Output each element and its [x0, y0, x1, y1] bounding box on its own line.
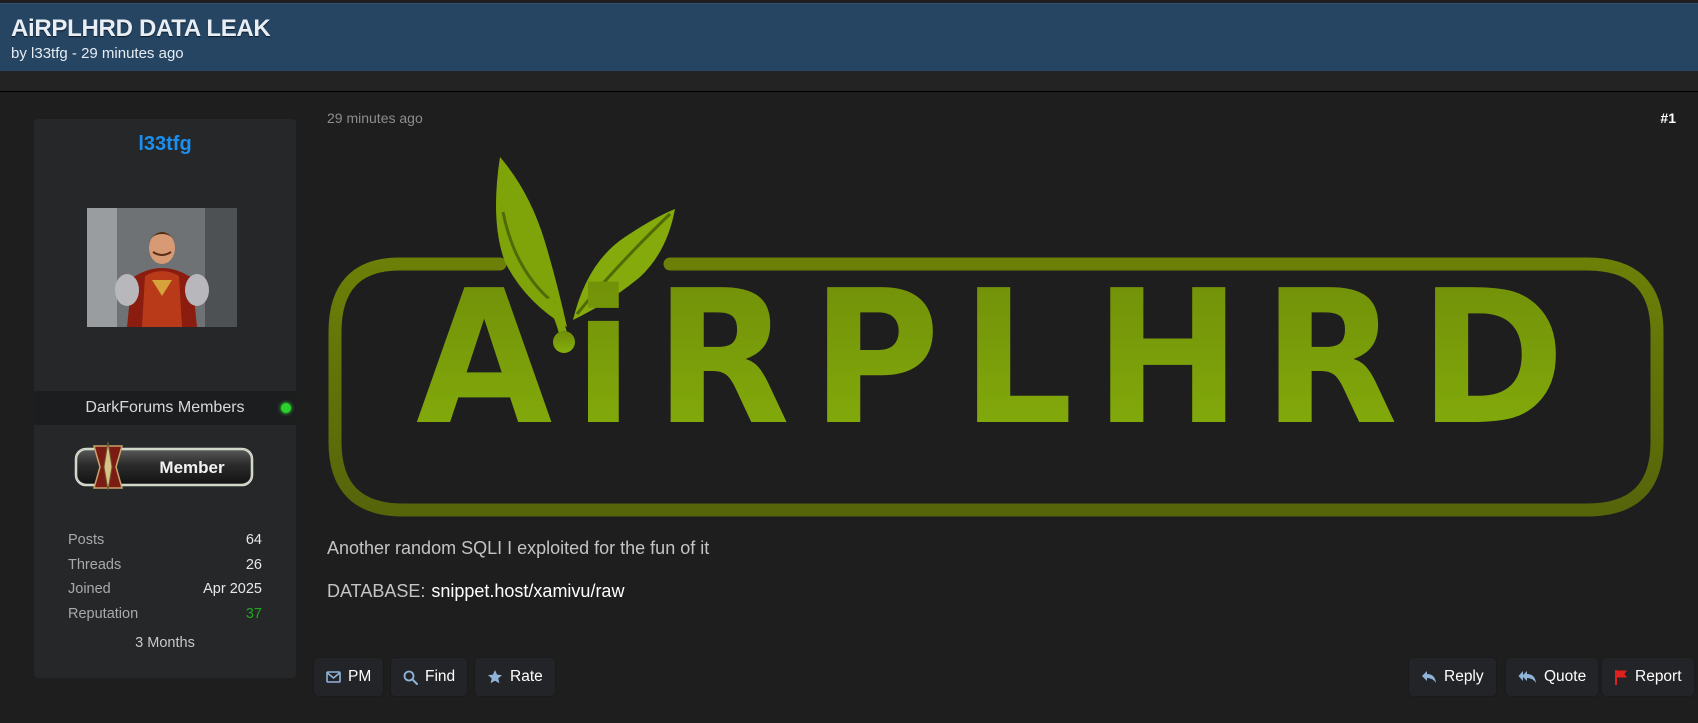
profile-stats: Posts 64 Threads 26 Joined Apr 2025 Repu… [68, 532, 262, 630]
rate-button[interactable]: Rate [474, 657, 556, 697]
database-link[interactable]: snippet.host/xamivu/raw [431, 581, 624, 601]
thread-title: AiRPLHRD DATA LEAK [11, 15, 271, 42]
stat-reputation-label: Reputation [68, 605, 139, 622]
database-line: DATABASE: snippet.host/xamivu/raw [327, 581, 624, 602]
report-button[interactable]: Report [1601, 657, 1695, 697]
byline-separator: - [71, 45, 77, 62]
stat-threads: Threads 26 [68, 557, 262, 582]
byline-time: 29 minutes ago [81, 45, 184, 62]
stat-reputation-value[interactable]: 37 [246, 606, 262, 622]
stat-joined-value: Apr 2025 [203, 581, 262, 597]
byline-author-link[interactable]: l33tfg [31, 45, 68, 62]
author-profile-card: l33tfg DarkForums Members Member Posts 6… [34, 119, 296, 678]
stat-reputation: Reputation 37 [68, 606, 262, 631]
reply-arrow-icon [1421, 670, 1437, 684]
envelope-icon [326, 671, 341, 683]
database-label: DATABASE: [327, 581, 426, 601]
membership-length: 3 Months [135, 635, 195, 651]
stat-threads-value: 26 [245, 556, 262, 573]
post-date: 29 minutes ago [327, 110, 423, 126]
logo-svg: AiRPLHRD [328, 157, 1664, 517]
stat-posts-label: Posts [68, 532, 105, 548]
quote-label: Quote [1544, 668, 1587, 685]
find-button[interactable]: Find [390, 657, 469, 697]
user-group-name: DarkForums Members [85, 399, 245, 416]
member-rank-badge: Member [72, 440, 256, 492]
member-badge-icon: Member [74, 441, 254, 491]
reply-all-icon [1518, 670, 1537, 684]
stat-posts: Posts 64 [68, 532, 262, 557]
reply-button[interactable]: Reply [1408, 657, 1497, 697]
reply-label: Reply [1444, 668, 1484, 685]
rate-label: Rate [510, 668, 543, 685]
stat-joined: Joined Apr 2025 [68, 581, 262, 606]
svg-text:AiRPLHRD: AiRPLHRD [416, 250, 1586, 466]
avatar[interactable] [87, 208, 237, 327]
user-group-row: DarkForums Members [34, 391, 296, 425]
svg-text:Member: Member [159, 458, 225, 477]
stat-posts-value: 64 [245, 532, 262, 548]
quote-button[interactable]: Quote [1505, 657, 1600, 697]
stat-joined-label: Joined [68, 581, 111, 597]
airplhrd-logo-image: AiRPLHRD [325, 152, 1677, 520]
post-number-link[interactable]: #1 [1660, 110, 1676, 126]
header-divider-band [0, 71, 1698, 92]
search-icon [403, 670, 418, 685]
thread-byline: by l33tfg - 29 minutes ago [11, 45, 184, 62]
pm-button[interactable]: PM [313, 657, 385, 697]
post-body-text: Another random SQLI I exploited for the … [327, 538, 710, 558]
byline-prefix: by [11, 45, 27, 62]
online-status-indicator [281, 403, 291, 413]
flag-icon [1614, 669, 1628, 685]
profile-username[interactable]: l33tfg [34, 133, 296, 156]
thread-header: AiRPLHRD DATA LEAK by l33tfg - 29 minute… [0, 3, 1698, 71]
report-label: Report [1635, 668, 1682, 685]
star-icon [487, 669, 503, 685]
avatar-image [87, 208, 237, 327]
find-label: Find [425, 668, 456, 685]
stat-threads-label: Threads [68, 556, 122, 573]
pm-label: PM [348, 668, 372, 685]
